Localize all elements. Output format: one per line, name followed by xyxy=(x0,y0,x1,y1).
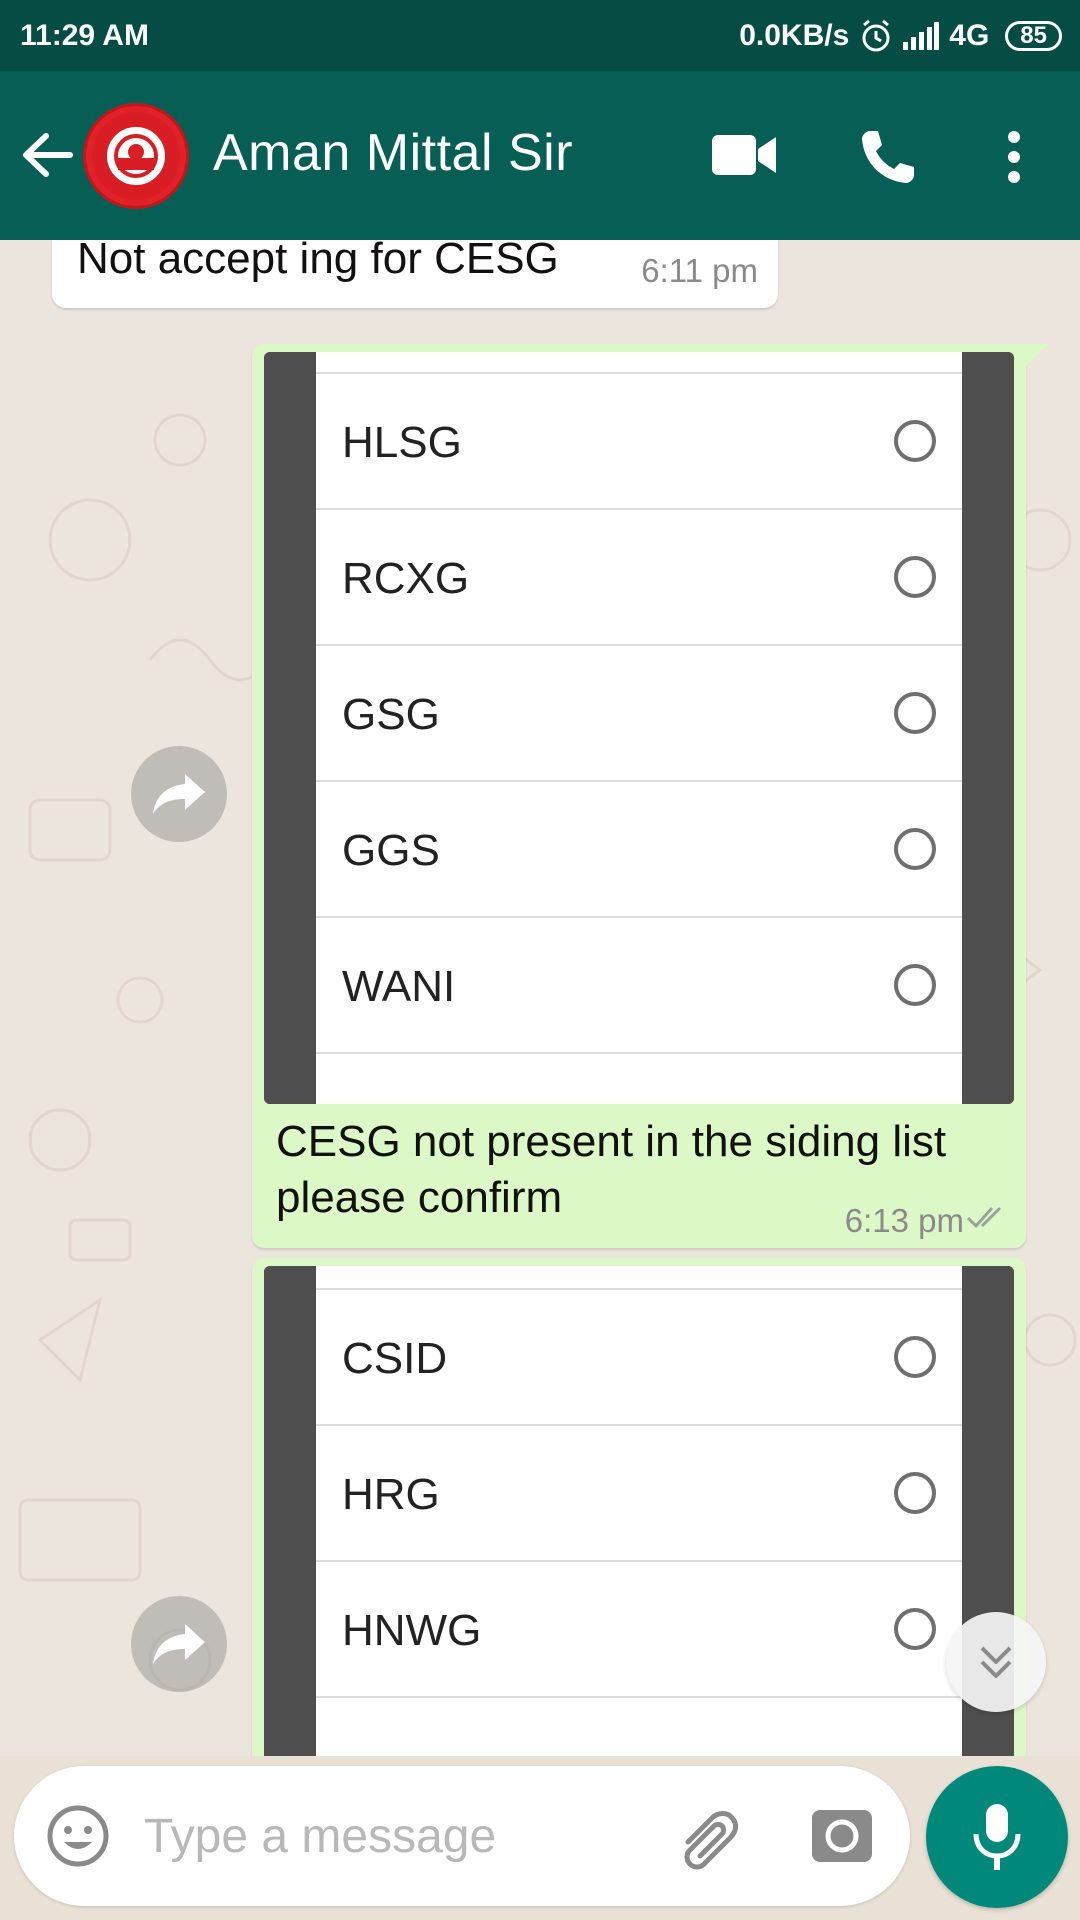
image-dim-left xyxy=(264,352,316,1104)
list-item: GSG xyxy=(316,644,962,780)
incoming-message[interactable]: Not accept ing for CESG 6:11 pm xyxy=(52,240,778,308)
radio-icon xyxy=(894,1472,936,1514)
list-item: HLSG xyxy=(316,372,962,508)
battery-indicator: 85 xyxy=(1005,20,1062,51)
list-item-label: HRG xyxy=(342,1470,440,1519)
forward-icon xyxy=(153,774,205,814)
list-item: CSID xyxy=(316,1288,962,1424)
forward-icon xyxy=(153,1624,205,1664)
message-input[interactable] xyxy=(144,1800,664,1872)
list-item-label: GSG xyxy=(342,690,440,739)
list-item-label: CSID xyxy=(342,1334,448,1383)
radio-icon xyxy=(894,692,936,734)
list-item: HRG xyxy=(316,1424,962,1560)
incoming-message-text: Not accept ing for CESG xyxy=(77,240,559,283)
outgoing-image-message[interactable]: CSID HRG HNWG xyxy=(252,1258,1026,1756)
status-bar: 11:29 AM 0.0KB/s 4G 85 xyxy=(0,0,1080,71)
double-tick-icon xyxy=(966,1206,1002,1229)
list-item: RCXG xyxy=(316,508,962,644)
status-time: 11:29 AM xyxy=(20,18,149,52)
more-options-icon[interactable] xyxy=(1000,129,1028,185)
railway-logo-icon xyxy=(92,112,180,200)
message-composer xyxy=(14,1766,910,1906)
list-item-label: HLSG xyxy=(342,418,462,467)
microphone-icon xyxy=(973,1804,1021,1870)
radio-icon xyxy=(894,556,936,598)
forward-button[interactable] xyxy=(131,1596,227,1692)
radio-icon xyxy=(894,1336,936,1378)
forward-button[interactable] xyxy=(131,746,227,842)
list-item-label: GGS xyxy=(342,826,440,875)
chat-header: Aman Mittal Sir xyxy=(0,71,1080,240)
status-right: 0.0KB/s 4G 85 xyxy=(739,19,1062,53)
back-arrow-icon[interactable] xyxy=(20,128,74,182)
double-chevron-down-icon xyxy=(980,1646,1012,1678)
radio-icon xyxy=(894,1608,936,1650)
video-call-icon[interactable] xyxy=(712,133,776,177)
list-item-label: HNWG xyxy=(342,1606,482,1655)
chat-area[interactable]: Not accept ing for CESG 6:11 pm HLSG RCX… xyxy=(0,240,1080,1756)
contact-avatar[interactable] xyxy=(83,103,189,209)
signal-icon xyxy=(903,21,940,50)
image-dim-left xyxy=(264,1266,316,1756)
outgoing-image-message[interactable]: HLSG RCXG GSG GGS WANI CESG not present … xyxy=(252,344,1048,1248)
caption-line: CESG not present in the siding list xyxy=(276,1117,947,1166)
list-item: GGS xyxy=(316,780,962,916)
outgoing-message-time: 6:13 pm xyxy=(844,1202,964,1239)
mic-button[interactable] xyxy=(926,1766,1068,1908)
radio-icon xyxy=(894,964,936,1006)
camera-icon[interactable] xyxy=(810,1804,874,1868)
attachment-icon[interactable] xyxy=(674,1802,744,1872)
incoming-message-time: 6:11 pm xyxy=(641,252,758,289)
radio-icon xyxy=(894,828,936,870)
list-item-label: RCXG xyxy=(342,554,470,603)
contact-name[interactable]: Aman Mittal Sir xyxy=(213,123,573,183)
message-image[interactable]: CSID HRG HNWG xyxy=(264,1266,1014,1756)
alarm-icon xyxy=(862,19,890,51)
image-dim-right xyxy=(962,352,1014,1104)
emoji-icon[interactable] xyxy=(46,1804,110,1868)
siding-list-image: CSID HRG HNWG xyxy=(316,1266,962,1756)
voice-call-icon[interactable] xyxy=(858,127,918,187)
bubble-tail xyxy=(1022,344,1048,370)
network-type: 4G xyxy=(949,18,990,52)
message-image[interactable]: HLSG RCXG GSG GGS WANI xyxy=(264,352,1014,1104)
list-item: HNWG xyxy=(316,1560,962,1696)
list-item: WANI xyxy=(316,916,962,1052)
radio-icon xyxy=(894,420,936,462)
network-speed: 0.0KB/s xyxy=(739,18,850,52)
scroll-to-bottom-button[interactable] xyxy=(946,1612,1046,1712)
list-item xyxy=(316,1696,962,1756)
siding-list-image: HLSG RCXG GSG GGS WANI xyxy=(316,352,962,1104)
list-item xyxy=(316,1052,962,1104)
list-item-label: WANI xyxy=(342,962,456,1011)
